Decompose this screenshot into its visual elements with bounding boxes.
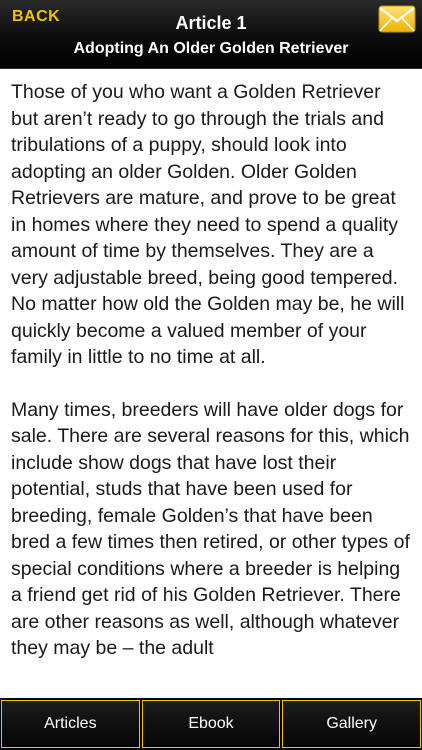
- article-body[interactable]: Those of you who want a Golden Retriever…: [0, 68, 422, 698]
- article-number: Article 1: [175, 13, 247, 33]
- article-paragraph: Those of you who want a Golden Retriever…: [11, 81, 405, 368]
- page-title: Adopting An Older Golden Retriever: [73, 40, 349, 57]
- article-paragraph: Many times, breeders will have older dog…: [11, 398, 410, 660]
- header-bar: BACK Article 1 Adopting An Older Golden …: [0, 0, 422, 69]
- tab-bar: Articles Ebook Gallery: [0, 698, 422, 750]
- tab-ebook[interactable]: Ebook: [141, 700, 281, 748]
- tab-gallery[interactable]: Gallery: [282, 700, 422, 748]
- tab-articles[interactable]: Articles: [1, 700, 140, 748]
- envelope-icon[interactable]: [378, 5, 416, 33]
